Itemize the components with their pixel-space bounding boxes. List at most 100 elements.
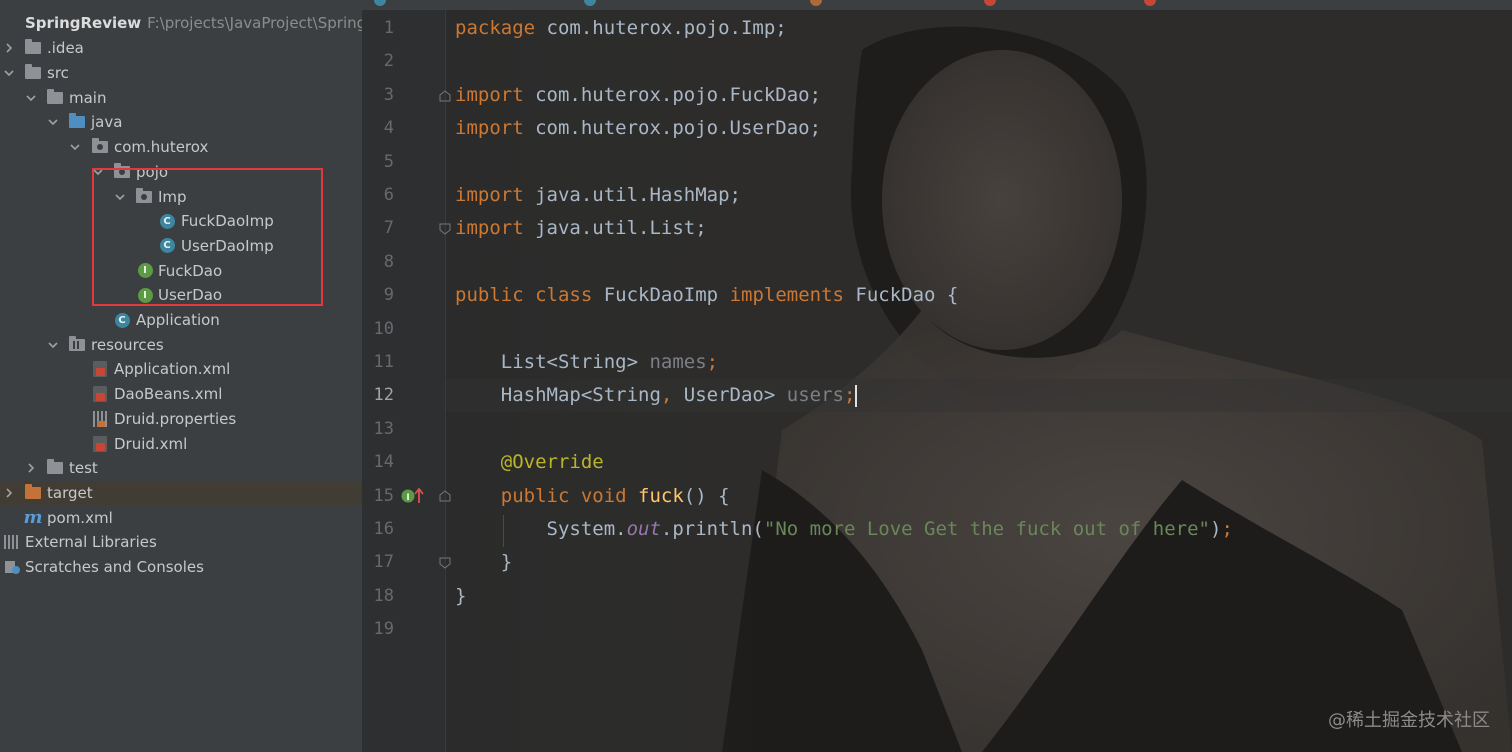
code-line-17[interactable]: }	[455, 546, 512, 579]
project-path: F:\projects\JavaProject\SpringR	[147, 14, 362, 32]
code-token: @Override	[455, 451, 604, 474]
watermark: @稀土掘金技术社区	[1328, 710, 1490, 731]
tree-item-label: Scratches and Consoles	[25, 558, 204, 577]
line-number: 14	[373, 452, 394, 473]
line-number: 6	[383, 185, 394, 205]
line-number: 9	[383, 285, 394, 306]
code-token: java.util.List;	[523, 217, 707, 240]
code-token: import	[455, 217, 524, 240]
code-token: )	[1210, 518, 1222, 540]
line-number: 10	[373, 318, 394, 339]
tree-item-label: Druid.properties	[114, 409, 237, 428]
fold-marker-icon[interactable]	[438, 89, 452, 103]
code-token: com.huterox.pojo.Imp;	[535, 17, 787, 39]
class-icon	[584, 0, 596, 6]
code-token: out	[626, 518, 661, 540]
code-token: HashMap<String	[455, 384, 661, 407]
tree-item-external-libraries[interactable]: External Libraries	[0, 530, 362, 555]
chevron-right-icon[interactable]	[2, 41, 16, 55]
line-number: 8	[383, 251, 394, 272]
code-line-16[interactable]: System.out.println("No more Love Get the…	[455, 513, 1233, 546]
code-token: ;	[843, 384, 856, 407]
code-token: import	[455, 117, 524, 140]
editor-tab-strip[interactable]	[362, 0, 1512, 10]
tree-item-java[interactable]: java	[0, 110, 362, 135]
line-number-current: 12	[373, 385, 394, 406]
tree-item-target[interactable]: target	[0, 480, 362, 506]
code-line-3[interactable]: import com.huterox.pojo.FuckDao;	[455, 79, 821, 112]
code-token: System.	[455, 518, 627, 540]
tree-item-label: External Libraries	[25, 533, 157, 552]
code-line-15[interactable]: public void fuck() {	[455, 480, 730, 513]
source-folder-icon	[68, 113, 86, 130]
chevron-right-icon[interactable]	[2, 486, 16, 500]
maven-icon: m	[23, 507, 43, 529]
code-editor[interactable]: 1 2 3 4 5 6 7 8 9 10 11 12 13 14 15 16 1…	[362, 10, 1512, 752]
code-line-6[interactable]: import java.util.HashMap;	[455, 179, 741, 212]
code-line-12[interactable]: HashMap<String, UserDao> users;	[455, 379, 858, 412]
folder-icon	[24, 39, 42, 56]
tree-item-application-xml[interactable]: Application.xml	[0, 357, 362, 382]
tree-item-application[interactable]: C Application	[0, 308, 362, 333]
fold-marker-icon[interactable]	[438, 489, 452, 503]
code-line-7[interactable]: import java.util.List;	[455, 212, 707, 245]
tree-item-src[interactable]: src	[0, 61, 362, 86]
svg-text:I: I	[406, 493, 409, 503]
line-number: 3	[383, 84, 394, 105]
code-line-18[interactable]: }	[455, 580, 466, 613]
code-token: .println(	[660, 518, 764, 540]
fold-marker-icon[interactable]	[438, 222, 452, 236]
properties-icon	[810, 0, 822, 6]
tree-item-druid-properties[interactable]: Druid.properties	[0, 407, 362, 432]
line-number: 4	[383, 118, 394, 139]
indent-guide	[503, 515, 504, 547]
folder-icon	[24, 64, 42, 81]
red-highlight-box	[92, 168, 323, 306]
chevron-down-icon[interactable]	[46, 115, 60, 129]
tree-item-label: resources	[91, 335, 164, 354]
code-token: ;	[706, 351, 719, 373]
tree-item-resources[interactable]: resources	[0, 332, 362, 357]
spring-xml-icon	[91, 435, 109, 452]
tree-item-main[interactable]: main	[0, 85, 362, 110]
main-class-icon: C	[113, 312, 131, 328]
code-token: com.huterox.pojo.UserDao;	[523, 117, 822, 140]
fold-marker-icon[interactable]	[438, 556, 452, 570]
tree-item-com-huterox[interactable]: com.huterox	[0, 135, 362, 160]
chevron-right-icon[interactable]	[24, 461, 38, 475]
code-token: import	[455, 184, 524, 206]
line-number: 19	[373, 619, 394, 640]
resources-folder-icon	[68, 335, 86, 353]
chevron-down-icon[interactable]	[46, 338, 60, 352]
code-line-9[interactable]: public class FuckDaoImp implements FuckD…	[455, 279, 958, 312]
line-number: 16	[373, 519, 394, 539]
tree-item-scratches[interactable]: Scratches and Consoles	[0, 555, 362, 580]
project-name: SpringReview	[25, 14, 142, 32]
implements-method-icon[interactable]: I	[400, 487, 428, 505]
code-line-1[interactable]: package com.huterox.pojo.Imp;	[455, 12, 787, 45]
tree-item-druid-xml[interactable]: Druid.xml	[0, 431, 362, 456]
tree-item-pom-xml[interactable]: m pom.xml	[0, 505, 362, 530]
chevron-down-icon[interactable]	[68, 140, 82, 154]
line-number: 17	[373, 552, 394, 573]
excluded-folder-icon	[24, 483, 42, 501]
chevron-down-icon[interactable]	[2, 66, 16, 80]
code-line-14[interactable]: @Override	[455, 446, 604, 479]
code-line-4[interactable]: import com.huterox.pojo.UserDao;	[455, 112, 821, 145]
tree-item-label: test	[69, 459, 98, 478]
tree-item-daobeans-xml[interactable]: DaoBeans.xml	[0, 382, 362, 407]
project-root-row[interactable]: SpringReview F:\projects\JavaProject\Spr…	[0, 10, 362, 36]
tree-item-label: java	[91, 113, 123, 132]
chevron-down-icon[interactable]	[24, 91, 38, 105]
tree-item-label: Application.xml	[114, 360, 231, 379]
tree-item-test[interactable]: test	[0, 456, 362, 481]
tree-item-idea[interactable]: .idea	[0, 36, 362, 61]
tree-item-label: Druid.xml	[114, 434, 188, 453]
code-token: implements	[729, 284, 844, 307]
class-icon	[374, 0, 386, 6]
code-line-11[interactable]: List<String> names;	[455, 346, 718, 379]
code-token: }	[455, 584, 467, 607]
code-token: java.util.HashMap;	[523, 184, 741, 206]
line-number: 1	[383, 18, 394, 38]
code-token: UserDao>	[672, 384, 787, 407]
